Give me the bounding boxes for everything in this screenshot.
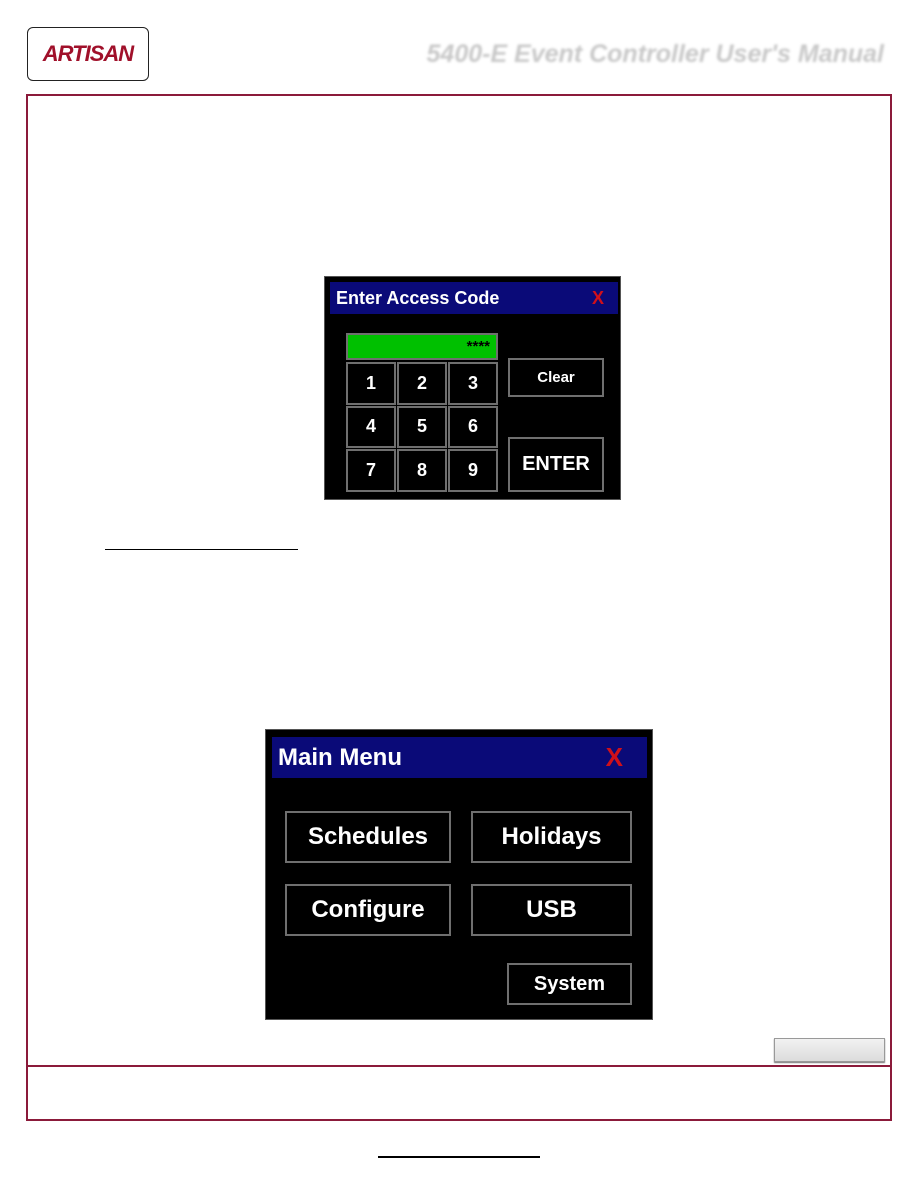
- schedules-button[interactable]: Schedules: [285, 811, 451, 863]
- close-icon[interactable]: X: [592, 288, 604, 309]
- dialog-titlebar: Enter Access Code X: [330, 282, 618, 314]
- main-menu-dialog: Main Menu X Schedules Holidays Configure…: [265, 729, 653, 1020]
- clear-button[interactable]: Clear: [508, 358, 604, 397]
- dialog-title: Enter Access Code: [336, 287, 500, 308]
- key-8[interactable]: 8: [397, 449, 447, 492]
- usb-button[interactable]: USB: [471, 884, 632, 936]
- holidays-button[interactable]: Holidays: [471, 811, 632, 863]
- keypad: 1 2 3 4 5 6 7 8 9: [346, 362, 498, 492]
- heading-underline: [105, 549, 298, 550]
- key-6[interactable]: 6: [448, 405, 498, 449]
- main-menu-titlebar: Main Menu X: [272, 737, 647, 778]
- main-menu-title: Main Menu: [278, 743, 402, 771]
- configure-button[interactable]: Configure: [285, 884, 451, 936]
- nav-button[interactable]: [774, 1038, 885, 1062]
- close-icon[interactable]: X: [606, 742, 623, 773]
- access-code-dialog: Enter Access Code X **** 1 2 3 4 5 6 7 8…: [324, 276, 621, 500]
- footer-divider: [26, 1065, 892, 1067]
- footer-underline: [378, 1156, 540, 1158]
- key-7[interactable]: 7: [346, 449, 396, 492]
- access-code-field[interactable]: ****: [346, 333, 498, 360]
- key-1[interactable]: 1: [346, 362, 396, 405]
- system-button[interactable]: System: [507, 963, 632, 1005]
- key-3[interactable]: 3: [448, 362, 498, 405]
- enter-button[interactable]: ENTER: [508, 437, 604, 492]
- key-5[interactable]: 5: [397, 405, 447, 449]
- header-title: 5400-E Event Controller User's Manual: [426, 40, 884, 68]
- artisan-logo: ARTISAN: [27, 27, 149, 81]
- key-9[interactable]: 9: [448, 449, 498, 492]
- key-4[interactable]: 4: [346, 405, 396, 449]
- manual-page: ARTISAN 5400-E Event Controller User's M…: [0, 0, 918, 1188]
- key-2[interactable]: 2: [397, 362, 447, 405]
